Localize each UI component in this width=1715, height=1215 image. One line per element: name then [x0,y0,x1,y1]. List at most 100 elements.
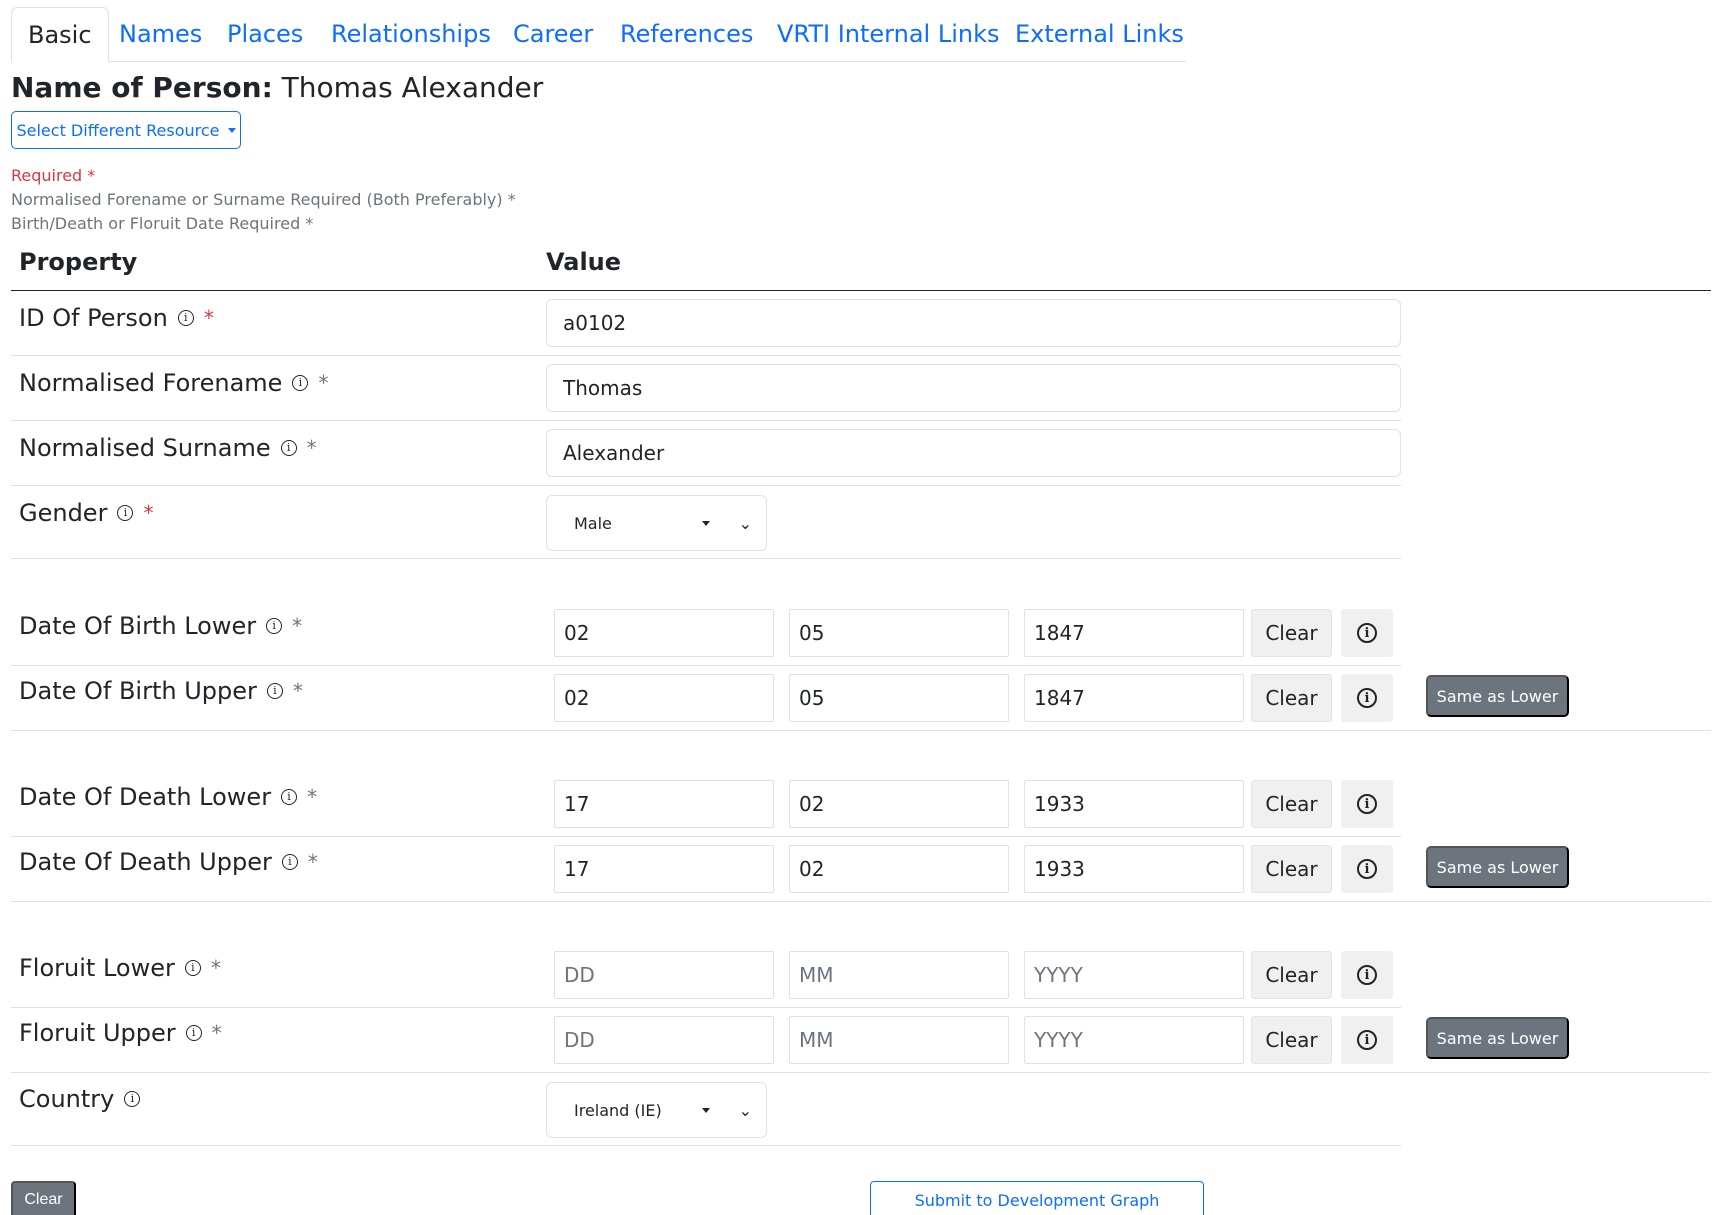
tab-names[interactable]: Names [119,7,202,62]
birth-upper-info-button[interactable]: i [1341,674,1393,722]
tab-vrti-internal-links[interactable]: VRTI Internal Links [777,7,1000,62]
forename-label: Normalised Forename i * [19,368,328,398]
required-star: * [211,1021,222,1045]
floruit-lower-month-input[interactable] [789,951,1009,999]
birth-lower-day-input[interactable] [554,609,774,657]
country-select-inner[interactable]: Ireland (IE) [562,1091,722,1129]
death-upper-clear-button[interactable]: Clear [1251,845,1332,893]
caret-down-icon [702,520,710,526]
gender-value: Male [574,513,612,533]
person-name: Thomas Alexander [281,71,544,104]
tab-places[interactable]: Places [227,7,303,62]
death-lower-year-input[interactable] [1024,780,1244,828]
info-icon[interactable]: i [281,789,298,805]
death-upper-year-input[interactable] [1024,845,1244,893]
submit-to-development-graph-button[interactable]: Submit to Development Graph [870,1181,1204,1215]
birth-lower-info-button[interactable]: i [1341,609,1393,657]
floruit-upper-year-input[interactable] [1024,1016,1244,1064]
birth-upper-label: Date Of Birth Upper i * [19,676,303,706]
info-icon[interactable]: i [281,854,298,870]
death-lower-info-button[interactable]: i [1341,780,1393,828]
death-upper-info-button[interactable]: i [1341,845,1393,893]
birth-lower-year-input[interactable] [1024,609,1244,657]
value-column-header: Value [546,248,622,276]
floruit-upper-label: Floruit Upper i * [19,1018,222,1048]
death-upper-day-input[interactable] [554,845,774,893]
required-star: * [318,371,329,395]
chevron-down-icon: ⌄ [738,1101,752,1120]
death-lower-month-input[interactable] [789,780,1009,828]
info-icon[interactable]: i [266,618,283,634]
country-text: Country [19,1085,115,1113]
birth-upper-clear-button[interactable]: Clear [1251,674,1332,722]
info-icon: i [1357,965,1377,985]
info-icon[interactable]: i [177,310,194,326]
death-upper-text: Date Of Death Upper [19,848,272,876]
surname-text: Normalised Surname [19,434,271,462]
info-icon: i [1357,1030,1377,1050]
info-icon[interactable]: i [124,1091,141,1107]
caret-down-icon [227,127,236,133]
death-same-as-lower-button[interactable]: Same as Lower [1426,846,1569,888]
row-divider [11,836,1401,837]
row-divider [11,420,1401,421]
birth-same-as-lower-button[interactable]: Same as Lower [1426,675,1569,717]
birth-upper-month-input[interactable] [789,674,1009,722]
floruit-upper-info-button[interactable]: i [1341,1016,1393,1064]
person-title-label: Name of Person: [11,71,273,104]
surname-input[interactable] [546,429,1401,477]
info-icon: i [1357,859,1377,879]
birth-upper-day-input[interactable] [554,674,774,722]
select-different-resource-button[interactable]: Select Different Resource [11,111,241,149]
gender-text: Gender [19,499,108,527]
info-icon[interactable]: i [292,375,309,391]
forename-input[interactable] [546,364,1401,412]
id-of-person-input[interactable] [546,299,1401,347]
birth-lower-month-input[interactable] [789,609,1009,657]
gender-select-inner[interactable]: Male [562,504,722,542]
death-lower-day-input[interactable] [554,780,774,828]
floruit-same-as-lower-button[interactable]: Same as Lower [1426,1017,1569,1059]
info-icon[interactable]: i [184,960,201,976]
required-note: Required * [11,166,96,185]
row-divider [11,355,1401,356]
info-icon[interactable]: i [185,1025,202,1041]
floruit-lower-clear-button[interactable]: Clear [1251,951,1332,999]
birth-lower-clear-button[interactable]: Clear [1251,609,1332,657]
floruit-upper-clear-button[interactable]: Clear [1251,1016,1332,1064]
page-title: Name of Person: Thomas Alexander [11,68,543,108]
tab-career[interactable]: Career [513,7,593,62]
floruit-lower-day-input[interactable] [554,951,774,999]
death-lower-clear-button[interactable]: Clear [1251,780,1332,828]
tab-basic[interactable]: Basic [11,7,109,62]
tab-references[interactable]: References [620,7,753,62]
info-icon[interactable]: i [266,683,283,699]
required-star: * [306,436,317,460]
row-divider [11,901,1711,902]
required-star: * [143,501,154,525]
required-star: * [307,785,318,809]
floruit-lower-year-input[interactable] [1024,951,1244,999]
required-star: * [307,850,318,874]
tab-external-links[interactable]: External Links [1015,7,1184,62]
floruit-lower-text: Floruit Lower [19,954,175,982]
info-icon: i [1357,794,1377,814]
death-upper-month-input[interactable] [789,845,1009,893]
floruit-upper-month-input[interactable] [789,1016,1009,1064]
row-divider [11,1007,1401,1008]
floruit-upper-text: Floruit Upper [19,1019,176,1047]
birth-upper-year-input[interactable] [1024,674,1244,722]
floruit-lower-label: Floruit Lower i * [19,953,221,983]
info-icon[interactable]: i [117,505,134,521]
row-divider [11,1072,1711,1073]
death-lower-label: Date Of Death Lower i * [19,782,317,812]
birth-upper-text: Date Of Birth Upper [19,677,257,705]
country-select[interactable]: Ireland (IE) ⌄ [546,1082,767,1138]
tab-relationships[interactable]: Relationships [331,7,491,62]
floruit-lower-info-button[interactable]: i [1341,951,1393,999]
clear-all-button[interactable]: Clear [11,1181,76,1215]
gender-select[interactable]: Male ⌄ [546,495,767,551]
required-star: * [210,956,221,980]
info-icon[interactable]: i [280,440,297,456]
floruit-upper-day-input[interactable] [554,1016,774,1064]
